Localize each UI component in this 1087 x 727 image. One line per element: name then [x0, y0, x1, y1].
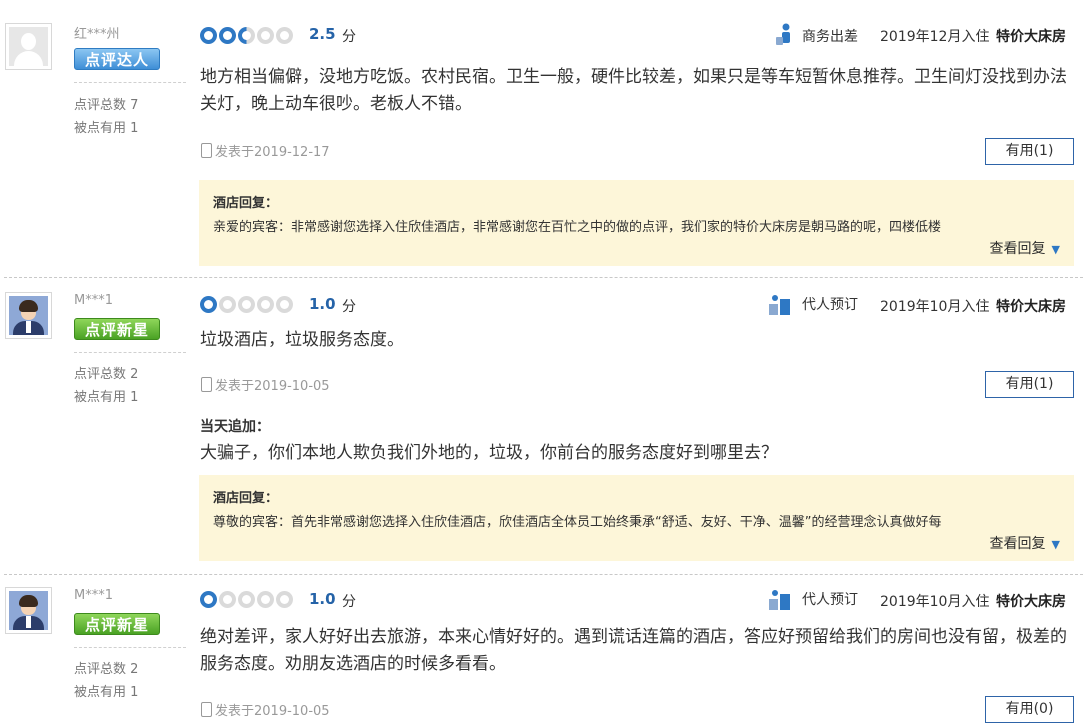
hotel-reply: 酒店回复： 尊敬的宾客：首先非常感谢您选择入住欣佳酒店，欣佳酒店全体员工始终秉承… — [199, 475, 1074, 561]
star-empty-icon — [219, 591, 236, 608]
star-empty-icon — [238, 296, 255, 313]
rating-score: 1.0 — [309, 590, 336, 608]
hotel-reply: 酒店回复： 亲爱的宾客：非常感谢您选择入住欣佳酒店，非常感谢您在百忙之中的做的点… — [199, 180, 1074, 266]
review-content: 地方相当偏僻，没地方吃饭。农村民宿。卫生一般，硬件比较差，如果只是等车短暂休息推… — [200, 67, 1067, 114]
useful-button[interactable]: 有用(0) — [985, 696, 1074, 723]
trip-type: 商务出差 — [802, 29, 858, 45]
hotel-reply-text: 亲爱的宾客：非常感谢您选择入住欣佳酒店，非常感谢您在百忙之中的做的点评，我们家的… — [213, 220, 942, 235]
user-badge: 点评新星 — [74, 613, 160, 635]
trip-type: 代人预订 — [802, 297, 858, 313]
star-empty-icon — [257, 27, 274, 44]
user-name: M***1 — [74, 588, 113, 603]
trip-type: 代人预订 — [802, 592, 858, 608]
star-empty-icon — [238, 591, 255, 608]
star-empty-icon — [276, 27, 293, 44]
view-reply-link[interactable]: 查看回复 ▼ — [990, 533, 1060, 553]
useful-button[interactable]: 有用(1) — [985, 138, 1074, 165]
posted-date: 发表于2019-10-05 — [215, 704, 330, 719]
addition-title: 当天追加： — [200, 419, 270, 435]
rating-unit: 分 — [342, 594, 356, 610]
mobile-phone-icon — [201, 702, 212, 717]
booking-for-others-icon — [769, 295, 790, 315]
mobile-phone-icon — [201, 377, 212, 392]
view-reply-label: 查看回复 — [989, 241, 1046, 257]
star-filled-icon — [219, 27, 236, 44]
room-type: 特价大床房 — [996, 29, 1066, 45]
room-type: 特价大床房 — [996, 594, 1066, 610]
user-divider — [74, 647, 186, 648]
review-content: 绝对差评，家人好好出去旅游，本来心情好好的。遇到谎话连篇的酒店，答应好预留给我们… — [200, 627, 1067, 674]
review-divider — [4, 277, 1083, 278]
person-avatar-icon — [9, 296, 48, 335]
hotel-reply-title: 酒店回复： — [213, 491, 279, 506]
triangle-down-icon: ▼ — [1051, 243, 1060, 256]
rating-score: 1.0 — [309, 295, 336, 313]
star-filled-icon — [200, 591, 217, 608]
view-reply-label: 查看回复 — [989, 536, 1046, 552]
user-review-count: 点评总数 7 — [74, 98, 139, 113]
rating-unit: 分 — [342, 299, 356, 315]
user-badge: 点评达人 — [74, 48, 160, 70]
rating-unit: 分 — [342, 29, 356, 45]
avatar[interactable] — [5, 23, 52, 70]
stay-date: 2019年10月入住 — [880, 299, 990, 315]
user-useful-count: 被点有用 1 — [74, 390, 139, 405]
avatar[interactable] — [5, 292, 52, 339]
user-useful-count: 被点有用 1 — [74, 685, 139, 700]
posted-date: 发表于2019-10-05 — [215, 379, 330, 394]
star-empty-icon — [257, 591, 274, 608]
rating-stars — [200, 296, 293, 314]
mobile-phone-icon — [201, 143, 212, 158]
star-empty-icon — [219, 296, 236, 313]
star-empty-icon — [276, 296, 293, 313]
posted-date: 发表于2019-12-17 — [215, 145, 330, 160]
user-name: 红***州 — [74, 27, 120, 42]
user-review-count: 点评总数 2 — [74, 662, 139, 677]
room-type: 特价大床房 — [996, 299, 1066, 315]
star-empty-icon — [276, 591, 293, 608]
stay-date: 2019年12月入住 — [880, 29, 990, 45]
review-content: 垃圾酒店，垃圾服务态度。 — [200, 330, 404, 350]
default-avatar-icon — [9, 27, 48, 66]
review-divider — [4, 574, 1083, 575]
view-reply-link[interactable]: 查看回复 ▼ — [990, 238, 1060, 258]
rating-score: 2.5 — [309, 25, 336, 43]
user-divider — [74, 82, 186, 83]
addition-text: 大骗子，你们本地人欺负我们外地的，垃圾，你前台的服务态度好到哪里去？ — [200, 443, 778, 463]
stay-date: 2019年10月入住 — [880, 594, 990, 610]
user-divider — [74, 352, 186, 353]
user-badge: 点评新星 — [74, 318, 160, 340]
rating-stars — [200, 27, 293, 45]
user-review-count: 点评总数 2 — [74, 367, 139, 382]
triangle-down-icon: ▼ — [1051, 538, 1060, 551]
hotel-reply-text: 尊敬的宾客：首先非常感谢您选择入住欣佳酒店，欣佳酒店全体员工始终秉承“舒适、友好… — [213, 515, 942, 530]
user-name: M***1 — [74, 293, 113, 308]
person-avatar-icon — [9, 591, 48, 630]
business-trip-icon — [776, 23, 790, 45]
useful-button[interactable]: 有用(1) — [985, 371, 1074, 398]
hotel-reply-title: 酒店回复： — [213, 196, 279, 211]
rating-stars — [200, 591, 293, 609]
star-empty-icon — [257, 296, 274, 313]
avatar[interactable] — [5, 587, 52, 634]
booking-for-others-icon — [769, 590, 790, 610]
star-filled-icon — [200, 296, 217, 313]
user-useful-count: 被点有用 1 — [74, 121, 139, 136]
star-half-icon — [238, 27, 255, 44]
star-filled-icon — [200, 27, 217, 44]
